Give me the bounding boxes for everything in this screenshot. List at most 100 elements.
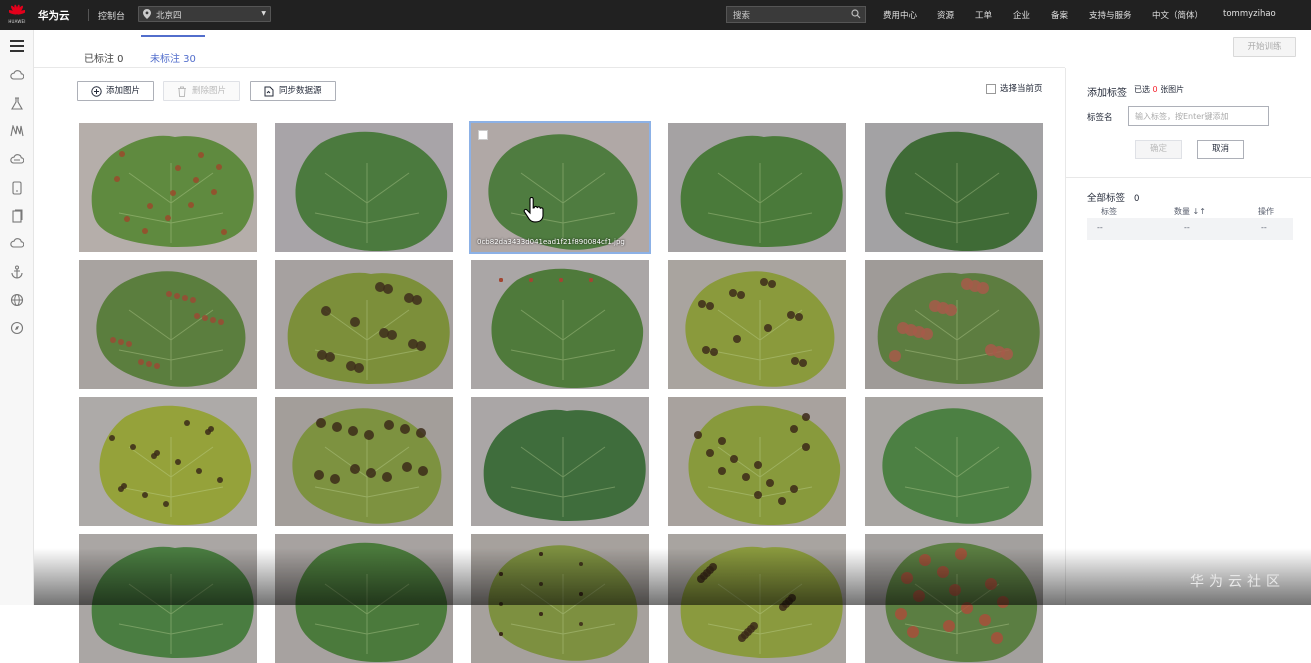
label-panel: 添加标签 已选 0 张图片 标签名 输入标签，按Enter键添加 确定 取消 全… xyxy=(1065,68,1311,605)
cloud-storage-icon[interactable] xyxy=(9,153,25,169)
nav-username[interactable]: tommyzihao xyxy=(1223,9,1276,19)
label-name-input[interactable]: 输入标签，按Enter键添加 xyxy=(1128,106,1269,126)
device-icon[interactable] xyxy=(9,181,25,197)
nav-filing[interactable]: 备案 xyxy=(1051,9,1068,21)
select-page-label: 选择当前页 xyxy=(1000,84,1043,94)
select-current-page[interactable]: 选择当前页 xyxy=(986,82,1043,94)
leaf-image xyxy=(79,397,257,526)
nav-enterprise[interactable]: 企业 xyxy=(1013,9,1030,21)
leaf-image xyxy=(668,397,846,526)
image-card[interactable] xyxy=(275,534,453,663)
image-card[interactable] xyxy=(79,397,257,526)
tab-unlabeled[interactable]: 未标注 30 xyxy=(150,50,196,65)
cancel-button[interactable]: 取消 xyxy=(1197,140,1244,159)
menu-icon[interactable] xyxy=(10,40,24,52)
leaf-image xyxy=(275,123,453,252)
image-card[interactable] xyxy=(471,260,649,389)
image-checkbox[interactable] xyxy=(478,130,488,140)
hand-cursor-icon xyxy=(523,197,545,223)
image-card[interactable] xyxy=(865,534,1043,663)
sync-data-source-label: 同步数据源 xyxy=(279,86,322,96)
search-input[interactable]: 搜索 xyxy=(726,6,866,23)
select-page-checkbox[interactable] xyxy=(986,83,996,94)
document-icon[interactable] xyxy=(9,209,25,225)
selected-prefix: 已选 xyxy=(1134,85,1150,94)
image-card[interactable] xyxy=(79,260,257,389)
divider xyxy=(88,9,89,21)
image-card[interactable]: 0cb82da3433d041ead1f21f890084cf1.jpg xyxy=(469,121,651,254)
confirm-button[interactable]: 确定 xyxy=(1135,140,1182,159)
leaf-image xyxy=(865,260,1043,389)
add-images-label: 添加图片 xyxy=(106,86,141,96)
image-card[interactable] xyxy=(79,534,257,663)
leaf-image xyxy=(275,534,453,663)
image-gallery: 0cb82da3433d041ead1f21f890084cf1.jpg xyxy=(79,121,1043,663)
delete-images-button[interactable]: 删除图片 xyxy=(163,81,240,101)
trash-icon xyxy=(177,82,187,104)
leaf-image xyxy=(471,397,649,526)
leaf-image xyxy=(79,260,257,389)
search-icon[interactable] xyxy=(851,9,861,22)
image-card[interactable] xyxy=(79,123,257,252)
library-icon[interactable] xyxy=(9,124,25,141)
brand-name[interactable]: 华为云 xyxy=(38,8,70,23)
image-card[interactable] xyxy=(275,397,453,526)
leaf-image xyxy=(668,123,846,252)
selected-count-text: 已选 0 张图片 xyxy=(1134,84,1184,95)
all-labels-title: 全部标签 0 xyxy=(1087,190,1139,204)
top-nav-bar: HUAWEI 华为云 控制台 北京四 ▼ 搜索 费用中心 资源 工单 企业 备案… xyxy=(0,0,1311,30)
image-card[interactable] xyxy=(668,260,846,389)
image-card[interactable] xyxy=(275,260,453,389)
huawei-logo[interactable]: HUAWEI xyxy=(6,3,28,27)
caret-down-icon: ▼ xyxy=(261,10,266,17)
image-filename: 0cb82da3433d041ead1f21f890084cf1.jpg xyxy=(477,238,625,246)
table-cell: -- xyxy=(1097,223,1103,232)
console-link[interactable]: 控制台 xyxy=(98,9,125,22)
column-count[interactable]: 数量 ↓↑ xyxy=(1174,206,1206,217)
start-training-button[interactable]: 开始训练 xyxy=(1233,37,1296,57)
table-cell: -- xyxy=(1261,223,1267,232)
anchor-icon[interactable] xyxy=(9,265,25,281)
plus-circle-icon xyxy=(91,82,102,104)
leaf-image xyxy=(865,397,1043,526)
selected-count: 0 xyxy=(1152,85,1158,94)
tab-labeled[interactable]: 已标注 0 xyxy=(84,50,124,65)
leaf-image xyxy=(275,260,453,389)
image-card[interactable] xyxy=(668,123,846,252)
image-card[interactable] xyxy=(865,123,1043,252)
compass-icon[interactable] xyxy=(9,321,25,337)
region-selector[interactable]: 北京四 ▼ xyxy=(138,6,271,22)
leaf-image xyxy=(471,534,649,663)
logo-text: HUAWEI xyxy=(8,19,26,24)
all-labels-count: 0 xyxy=(1134,194,1140,204)
nav-billing[interactable]: 费用中心 xyxy=(883,9,917,21)
sync-data-source-button[interactable]: 同步数据源 xyxy=(250,81,336,101)
label-name-label: 标签名 xyxy=(1087,113,1113,123)
image-card[interactable] xyxy=(668,397,846,526)
image-card[interactable] xyxy=(865,397,1043,526)
nav-tickets[interactable]: 工单 xyxy=(975,9,992,21)
left-sidebar xyxy=(0,30,34,605)
leaf-image xyxy=(865,534,1043,663)
nav-language[interactable]: 中文（简体） xyxy=(1152,9,1203,21)
column-label: 标签 xyxy=(1101,207,1117,216)
huawei-logo-icon xyxy=(9,4,25,15)
location-pin-icon xyxy=(143,9,151,22)
image-card[interactable] xyxy=(275,123,453,252)
image-card[interactable] xyxy=(668,534,846,663)
add-images-button[interactable]: 添加图片 xyxy=(77,81,154,101)
image-card[interactable] xyxy=(471,534,649,663)
image-card[interactable] xyxy=(471,397,649,526)
cloud-icon[interactable] xyxy=(9,69,25,85)
nav-resources[interactable]: 资源 xyxy=(937,9,954,21)
flask-icon[interactable] xyxy=(9,97,25,113)
cloud-upload-icon[interactable] xyxy=(9,237,25,253)
globe-icon[interactable] xyxy=(9,293,25,309)
image-card[interactable] xyxy=(865,260,1043,389)
selected-suffix: 张图片 xyxy=(1160,85,1185,94)
leaf-image xyxy=(471,123,649,252)
nav-support[interactable]: 支持与服务 xyxy=(1089,9,1132,21)
delete-images-label: 删除图片 xyxy=(192,86,227,96)
divider xyxy=(1066,177,1311,178)
table-cell: -- xyxy=(1184,223,1190,232)
